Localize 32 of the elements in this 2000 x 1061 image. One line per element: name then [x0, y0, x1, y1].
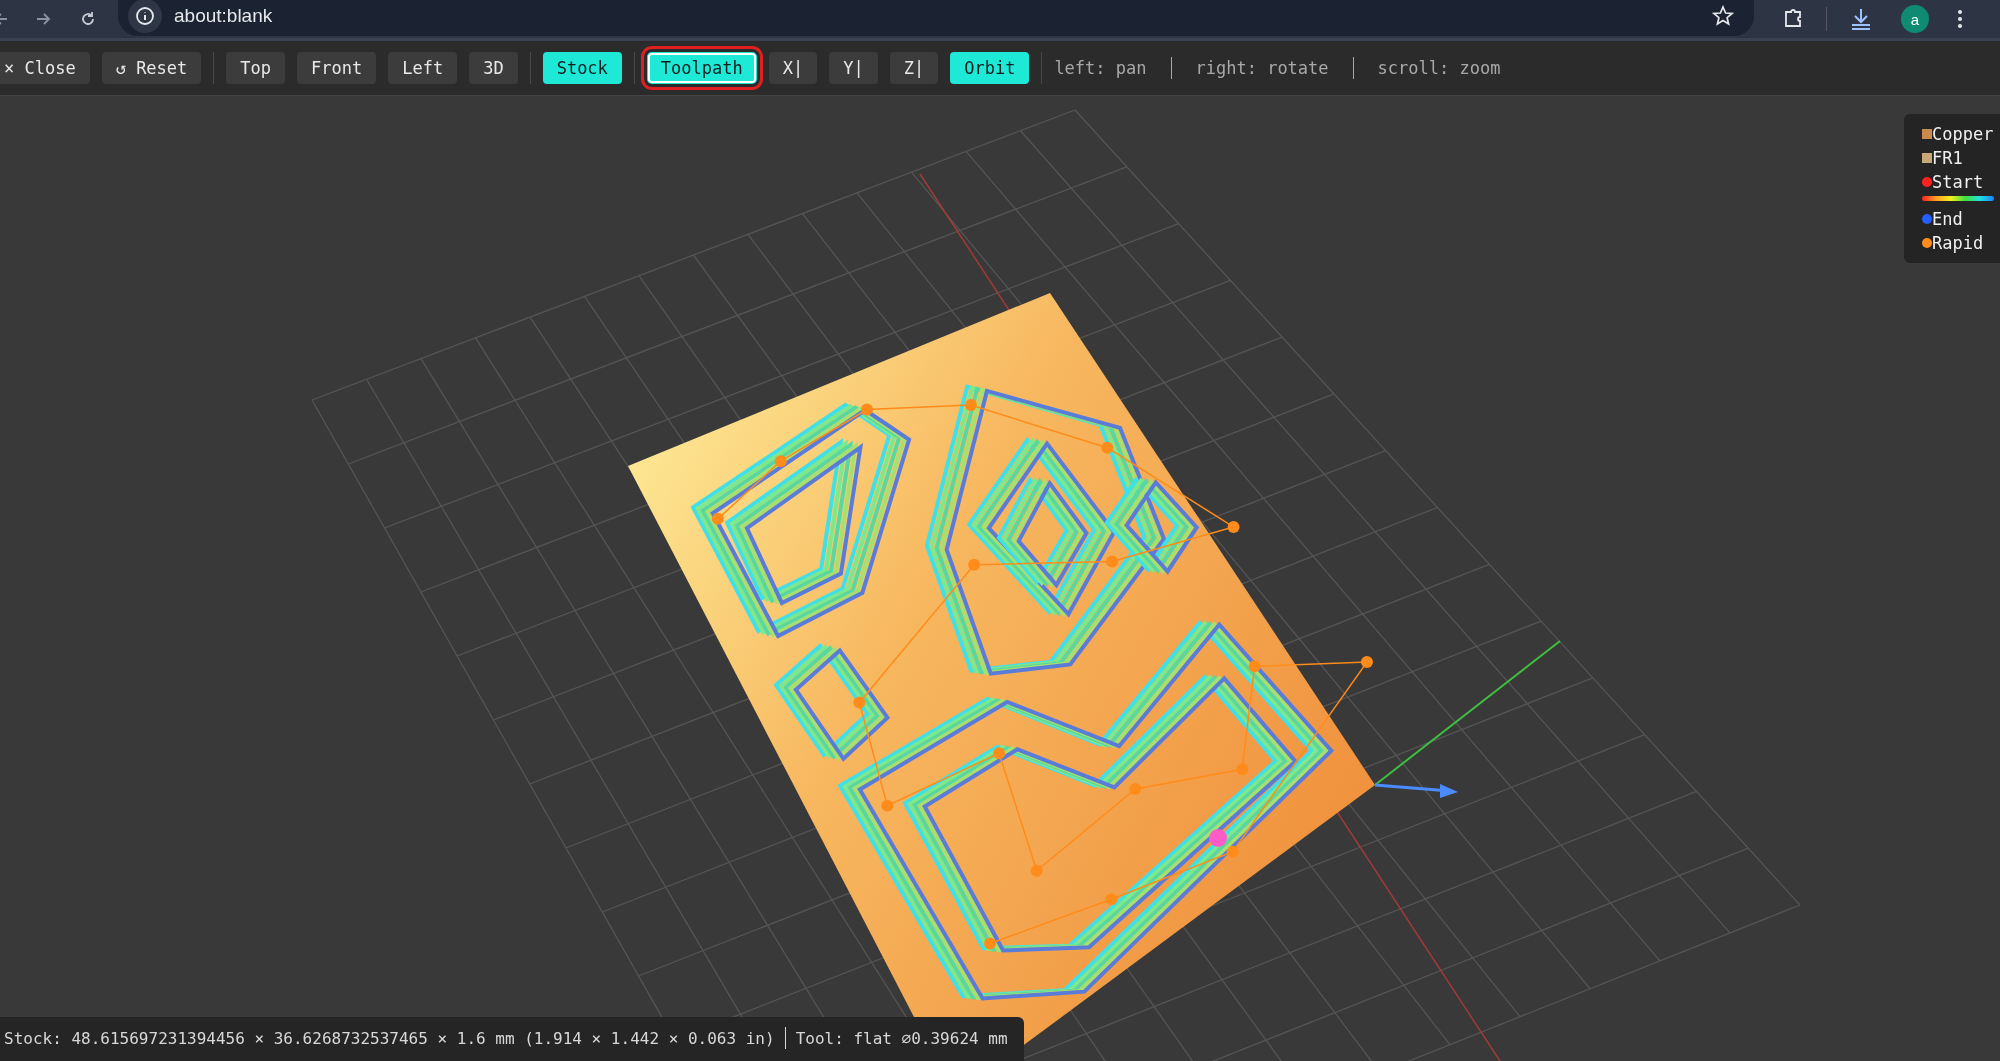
control-hint: right: rotate — [1195, 58, 1329, 78]
legend-label: End — [1932, 209, 1963, 229]
toolbar-button[interactable]: ↺ Reset — [101, 52, 202, 84]
forward-icon[interactable] — [36, 12, 52, 26]
profile-avatar[interactable]: a — [1901, 5, 1929, 33]
control-hint: scroll: zoom — [1377, 58, 1501, 78]
toolbar-button[interactable]: Orbit — [950, 52, 1030, 84]
color-ramp — [1922, 196, 1994, 201]
toolbar-button[interactable]: Stock — [542, 52, 622, 84]
toolbar-button[interactable]: Y| — [829, 52, 878, 84]
toolbar-button[interactable]: X| — [768, 52, 818, 84]
control-hint: left: pan — [1054, 58, 1147, 78]
toolbar-button[interactable]: Left — [388, 52, 458, 84]
legend-label: FR1 — [1932, 148, 1963, 168]
status-text: Tool: flat ⌀0.39624 mm — [795, 1028, 1008, 1048]
legend-label: Start — [1932, 172, 1984, 192]
address-bar[interactable]: about:blank — [118, 0, 1754, 36]
download-icon[interactable] — [1849, 7, 1873, 31]
bookmark-star-icon[interactable] — [1712, 5, 1734, 27]
reload-icon[interactable] — [80, 11, 96, 27]
toolbar-button[interactable]: × Close — [0, 52, 90, 84]
info-icon[interactable] — [128, 0, 162, 33]
legend-label: Copper — [1932, 124, 1994, 144]
url-text: about:blank — [174, 5, 274, 27]
toolbar-button[interactable]: Front — [297, 52, 377, 84]
menu-icon[interactable] — [1957, 8, 1963, 30]
toolbar-button[interactable]: Z| — [889, 52, 939, 84]
toolbar-button[interactable]: Top — [226, 52, 286, 84]
status-text: Stock: 48.615697231394456 × 36.6268732537465 × 1.6 mm (1.914 × 1.442 × 0.063 in) — [4, 1028, 775, 1048]
toolbar-button[interactable]: 3D — [469, 52, 518, 84]
extension-icon[interactable] — [1782, 8, 1804, 30]
legend-label: Rapid — [1932, 233, 1984, 253]
